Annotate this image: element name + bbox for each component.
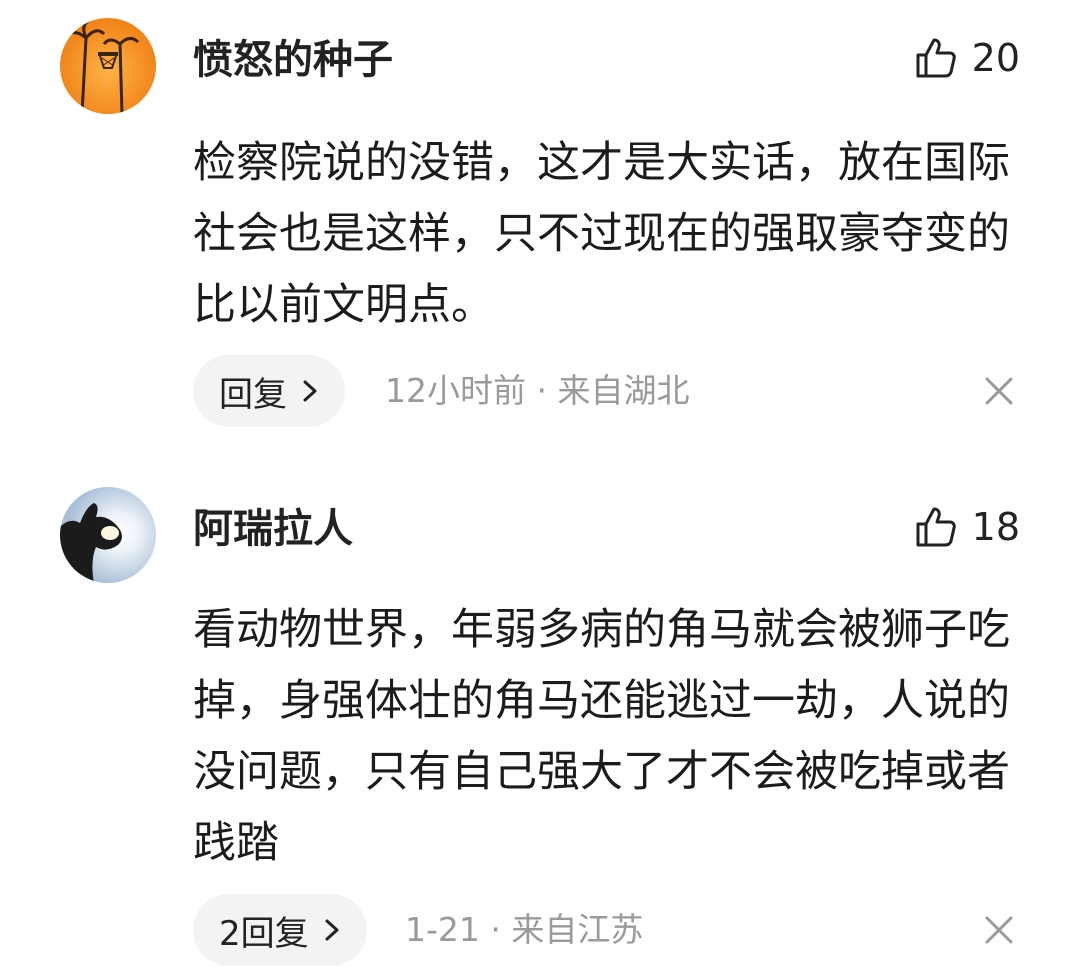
chevron-right-icon — [325, 919, 339, 941]
username[interactable]: 阿瑞拉人 — [193, 505, 353, 553]
reply-button[interactable]: 2回复 — [193, 894, 367, 966]
reply-label: 2回复 — [219, 913, 309, 954]
hand-ok-sun-avatar-icon — [60, 487, 156, 583]
like-count: 18 — [971, 505, 1020, 549]
like-button[interactable]: 18 — [914, 503, 1020, 551]
comment-meta: 1-21 · 来自江苏 — [405, 910, 644, 949]
close-icon[interactable] — [984, 915, 1014, 945]
user-avatar[interactable] — [60, 487, 156, 583]
thumbs-up-icon — [916, 507, 956, 547]
comment-item: 阿瑞拉人 18 看动物世界，年弱多病的角马就会被狮子吃掉，身强体壮的角马还能逃过… — [0, 0, 1080, 980]
comment-text: 看动物世界，年弱多病的角马就会被狮子吃掉，身强体壮的角马还能逃过一劫，人说的没问… — [193, 605, 1010, 868]
